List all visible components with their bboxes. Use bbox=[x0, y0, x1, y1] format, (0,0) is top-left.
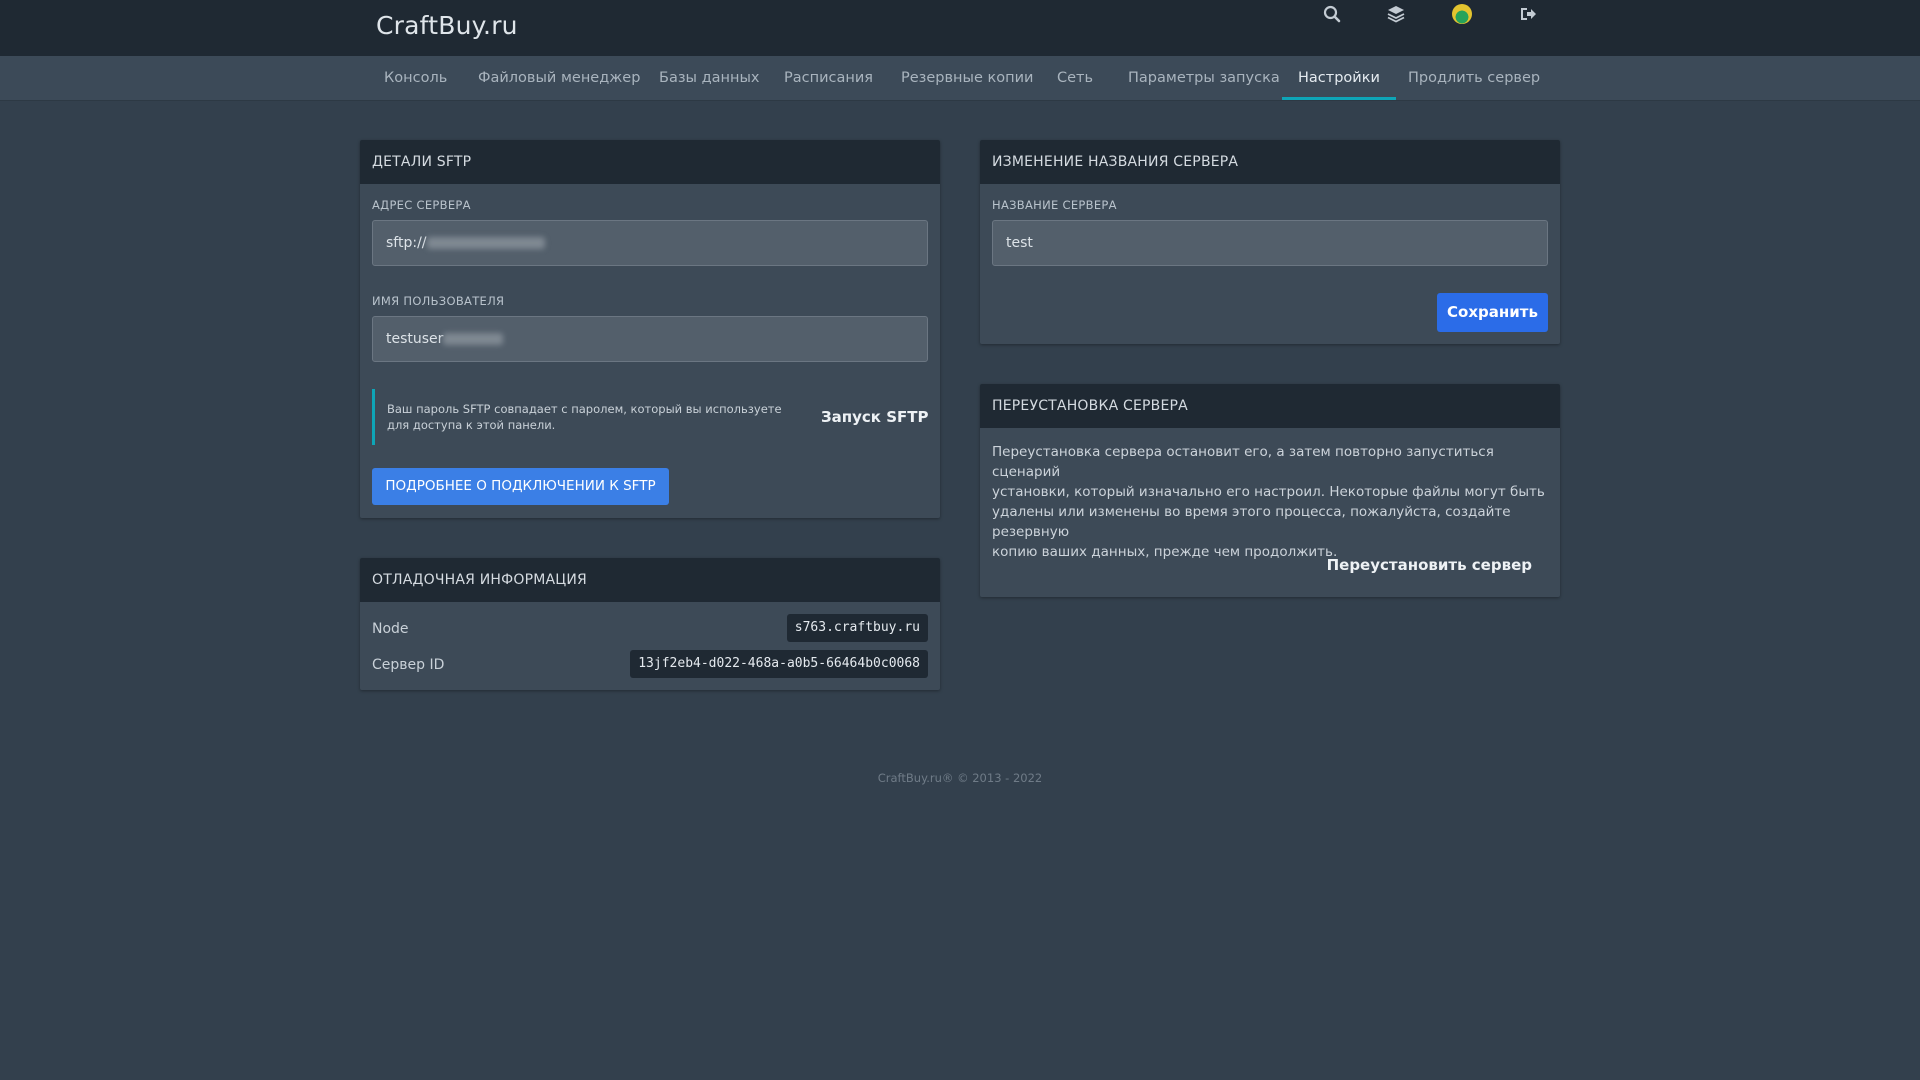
reinstall-line-3: удалены или изменены во время этого проц… bbox=[992, 504, 1511, 540]
footer-copyright: CraftBuy.ru® © 2013 - 2022 bbox=[877, 771, 1043, 785]
avatar-image bbox=[1452, 4, 1472, 24]
reinstall-card-title: ПЕРЕУСТАНОВКА СЕРВЕРА bbox=[980, 384, 1560, 428]
redacted-username bbox=[443, 333, 504, 345]
debug-info-card: ОТЛАДОЧНАЯ ИНФОРМАЦИЯ Node s763.craftbuy… bbox=[360, 558, 940, 690]
redacted-address bbox=[426, 237, 545, 249]
sftp-more-info-button[interactable]: ПОДРОБНЕЕ О ПОДКЛЮЧЕНИИ К SFTP bbox=[372, 468, 669, 505]
tab-console[interactable]: Консоль bbox=[368, 56, 463, 100]
tab-startup[interactable]: Параметры запуска bbox=[1112, 56, 1296, 100]
tab-databases[interactable]: Базы данных bbox=[643, 56, 776, 100]
layers-icon[interactable] bbox=[1382, 0, 1410, 28]
reinstall-line-1: Переустановка сервера остановит его, а з… bbox=[992, 444, 1494, 480]
search-icon[interactable] bbox=[1318, 0, 1346, 28]
tab-backups[interactable]: Резервные копии bbox=[885, 56, 1049, 100]
avatar[interactable] bbox=[1448, 0, 1476, 28]
server-address-field[interactable]: sftp:// bbox=[372, 220, 928, 266]
launch-sftp-button[interactable]: Запуск SFTP bbox=[821, 408, 929, 426]
server-nav: Консоль Файловый менеджер Базы данных Ра… bbox=[0, 56, 1920, 101]
tab-file-manager[interactable]: Файловый менеджер bbox=[462, 56, 656, 100]
tab-network[interactable]: Сеть bbox=[1041, 56, 1109, 100]
server-name-input[interactable]: test bbox=[992, 220, 1548, 266]
reinstall-server-button[interactable]: Переустановить сервер bbox=[1327, 556, 1532, 574]
reinstall-server-card: ПЕРЕУСТАНОВКА СЕРВЕРА Переустановка серв… bbox=[980, 384, 1560, 597]
server-id-label: Сервер ID bbox=[372, 657, 445, 673]
server-id-value: 13jf2eb4-d022-468a-a0b5-66464b0c0068 bbox=[630, 650, 928, 678]
username-label: ИМЯ ПОЛЬЗОВАТЕЛЯ bbox=[372, 294, 505, 308]
server-name-label: НАЗВАНИЕ СЕРВЕРА bbox=[992, 198, 1117, 212]
reinstall-description: Переустановка сервера остановит его, а з… bbox=[992, 442, 1552, 562]
tab-settings[interactable]: Настройки bbox=[1282, 56, 1396, 100]
username-value: testuser bbox=[386, 331, 444, 347]
sftp-card-title: ДЕТАЛИ SFTP bbox=[360, 140, 940, 184]
node-label: Node bbox=[372, 621, 409, 637]
reinstall-line-2: установки, который изначально его настро… bbox=[992, 484, 1545, 500]
tab-renew-server[interactable]: Продлить сервер bbox=[1392, 56, 1556, 100]
server-address-value: sftp:// bbox=[386, 235, 427, 251]
top-bar: CraftBuy.ru bbox=[0, 0, 1920, 56]
note-line-1: Ваш пароль SFTP совпадает с паролем, кот… bbox=[387, 402, 782, 416]
save-button[interactable]: Сохранить bbox=[1437, 293, 1548, 332]
node-value: s763.craftbuy.ru bbox=[786, 614, 928, 642]
sftp-details-card: ДЕТАЛИ SFTP АДРЕС СЕРВЕРА sftp:// ИМЯ ПО… bbox=[360, 140, 940, 518]
tab-schedules[interactable]: Расписания bbox=[768, 56, 889, 100]
logout-icon[interactable] bbox=[1514, 0, 1542, 28]
rename-server-card: ИЗМЕНЕНИЕ НАЗВАНИЯ СЕРВЕРА НАЗВАНИЕ СЕРВ… bbox=[980, 140, 1560, 344]
server-address-label: АДРЕС СЕРВЕРА bbox=[372, 198, 471, 212]
sftp-password-note: Ваш пароль SFTP совпадает с паролем, кот… bbox=[372, 389, 782, 445]
brand-logo[interactable]: CraftBuy.ru bbox=[376, 11, 518, 40]
debug-card-title: ОТЛАДОЧНАЯ ИНФОРМАЦИЯ bbox=[360, 558, 940, 602]
username-field[interactable]: testuser bbox=[372, 316, 928, 362]
note-line-2: для доступа к этой панели. bbox=[387, 418, 556, 432]
rename-card-title: ИЗМЕНЕНИЕ НАЗВАНИЯ СЕРВЕРА bbox=[980, 140, 1560, 184]
